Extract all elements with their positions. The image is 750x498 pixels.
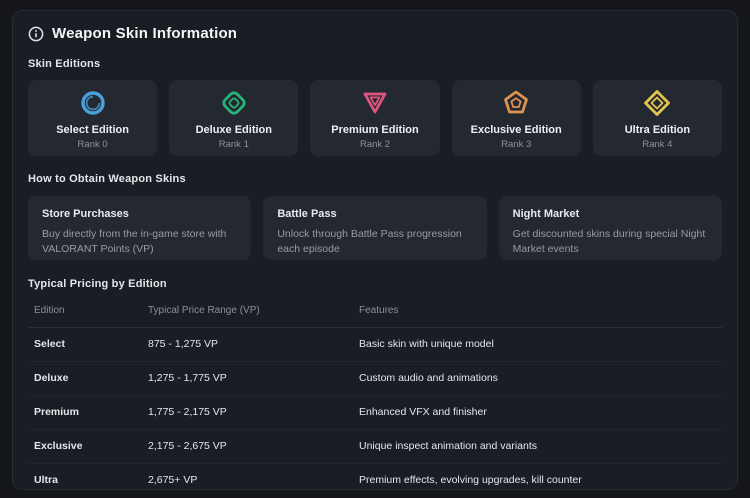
- price-cell: 2,175 - 2,675 VP: [142, 430, 353, 464]
- edition-rank: Rank 3: [501, 139, 531, 150]
- edition-rank: Rank 1: [219, 139, 249, 150]
- edition-cell: Exclusive: [28, 430, 142, 464]
- obtain-method-description: Unlock through Battle Pass progression e…: [277, 227, 472, 257]
- edition-cell: Deluxe: [28, 362, 142, 396]
- features-cell: Unique inspect animation and variants: [353, 430, 722, 464]
- premium-edition-icon: [360, 88, 390, 118]
- edition-card: Deluxe Edition Rank 1: [169, 80, 298, 156]
- select-edition-icon: [78, 88, 108, 118]
- edition-cell: Premium: [28, 396, 142, 430]
- panel-header: Weapon Skin Information: [28, 25, 722, 42]
- edition-name: Ultra Edition: [625, 124, 690, 136]
- table-header-row: Edition Typical Price Range (VP) Feature…: [28, 296, 722, 328]
- column-header-features: Features: [353, 296, 722, 328]
- edition-rank: Rank 0: [78, 139, 108, 150]
- obtain-method-description: Get discounted skins during special Nigh…: [513, 227, 708, 257]
- edition-name: Deluxe Edition: [196, 124, 272, 136]
- price-cell: 875 - 1,275 VP: [142, 328, 353, 362]
- deluxe-edition-icon: [219, 88, 249, 118]
- edition-cell: Ultra: [28, 464, 142, 498]
- edition-card-row: Select Edition Rank 0 Deluxe Edition Ran…: [28, 80, 722, 156]
- column-header-price: Typical Price Range (VP): [142, 296, 353, 328]
- obtain-method-title: Night Market: [513, 208, 708, 220]
- edition-cell: Select: [28, 328, 142, 362]
- obtain-method-title: Battle Pass: [277, 208, 472, 220]
- pricing-table: Edition Typical Price Range (VP) Feature…: [28, 296, 722, 497]
- edition-card: Exclusive Edition Rank 3: [452, 80, 581, 156]
- column-header-edition: Edition: [28, 296, 142, 328]
- section-heading-obtain: How to Obtain Weapon Skins: [28, 173, 722, 185]
- exclusive-edition-icon: [501, 88, 531, 118]
- section-heading-skin-editions: Skin Editions: [28, 58, 722, 70]
- edition-card: Select Edition Rank 0: [28, 80, 157, 156]
- edition-card: Premium Edition Rank 2: [310, 80, 439, 156]
- page-title: Weapon Skin Information: [52, 25, 237, 42]
- edition-name: Exclusive Edition: [471, 124, 562, 136]
- info-icon: [28, 26, 44, 42]
- obtain-method-card: Store Purchases Buy directly from the in…: [28, 196, 251, 260]
- weapon-skin-info-panel: Weapon Skin Information Skin Editions Se…: [12, 10, 738, 490]
- edition-name: Select Edition: [56, 124, 129, 136]
- edition-rank: Rank 4: [642, 139, 672, 150]
- edition-name: Premium Edition: [331, 124, 418, 136]
- table-row: Exclusive 2,175 - 2,675 VP Unique inspec…: [28, 430, 722, 464]
- table-row: Select 875 - 1,275 VP Basic skin with un…: [28, 328, 722, 362]
- features-cell: Custom audio and animations: [353, 362, 722, 396]
- table-row: Premium 1,775 - 2,175 VP Enhanced VFX an…: [28, 396, 722, 430]
- features-cell: Enhanced VFX and finisher: [353, 396, 722, 430]
- obtain-method-title: Store Purchases: [42, 208, 237, 220]
- obtain-method-card: Battle Pass Unlock through Battle Pass p…: [263, 196, 486, 260]
- edition-card: Ultra Edition Rank 4: [593, 80, 722, 156]
- ultra-edition-icon: [642, 88, 672, 118]
- table-row: Deluxe 1,275 - 1,775 VP Custom audio and…: [28, 362, 722, 396]
- price-cell: 2,675+ VP: [142, 464, 353, 498]
- features-cell: Premium effects, evolving upgrades, kill…: [353, 464, 722, 498]
- table-row: Ultra 2,675+ VP Premium effects, evolvin…: [28, 464, 722, 498]
- price-cell: 1,775 - 2,175 VP: [142, 396, 353, 430]
- features-cell: Basic skin with unique model: [353, 328, 722, 362]
- section-heading-pricing: Typical Pricing by Edition: [28, 278, 722, 290]
- obtain-method-description: Buy directly from the in-game store with…: [42, 227, 237, 257]
- obtain-card-row: Store Purchases Buy directly from the in…: [28, 196, 722, 260]
- edition-rank: Rank 2: [360, 139, 390, 150]
- obtain-method-card: Night Market Get discounted skins during…: [499, 196, 722, 260]
- price-cell: 1,275 - 1,775 VP: [142, 362, 353, 396]
